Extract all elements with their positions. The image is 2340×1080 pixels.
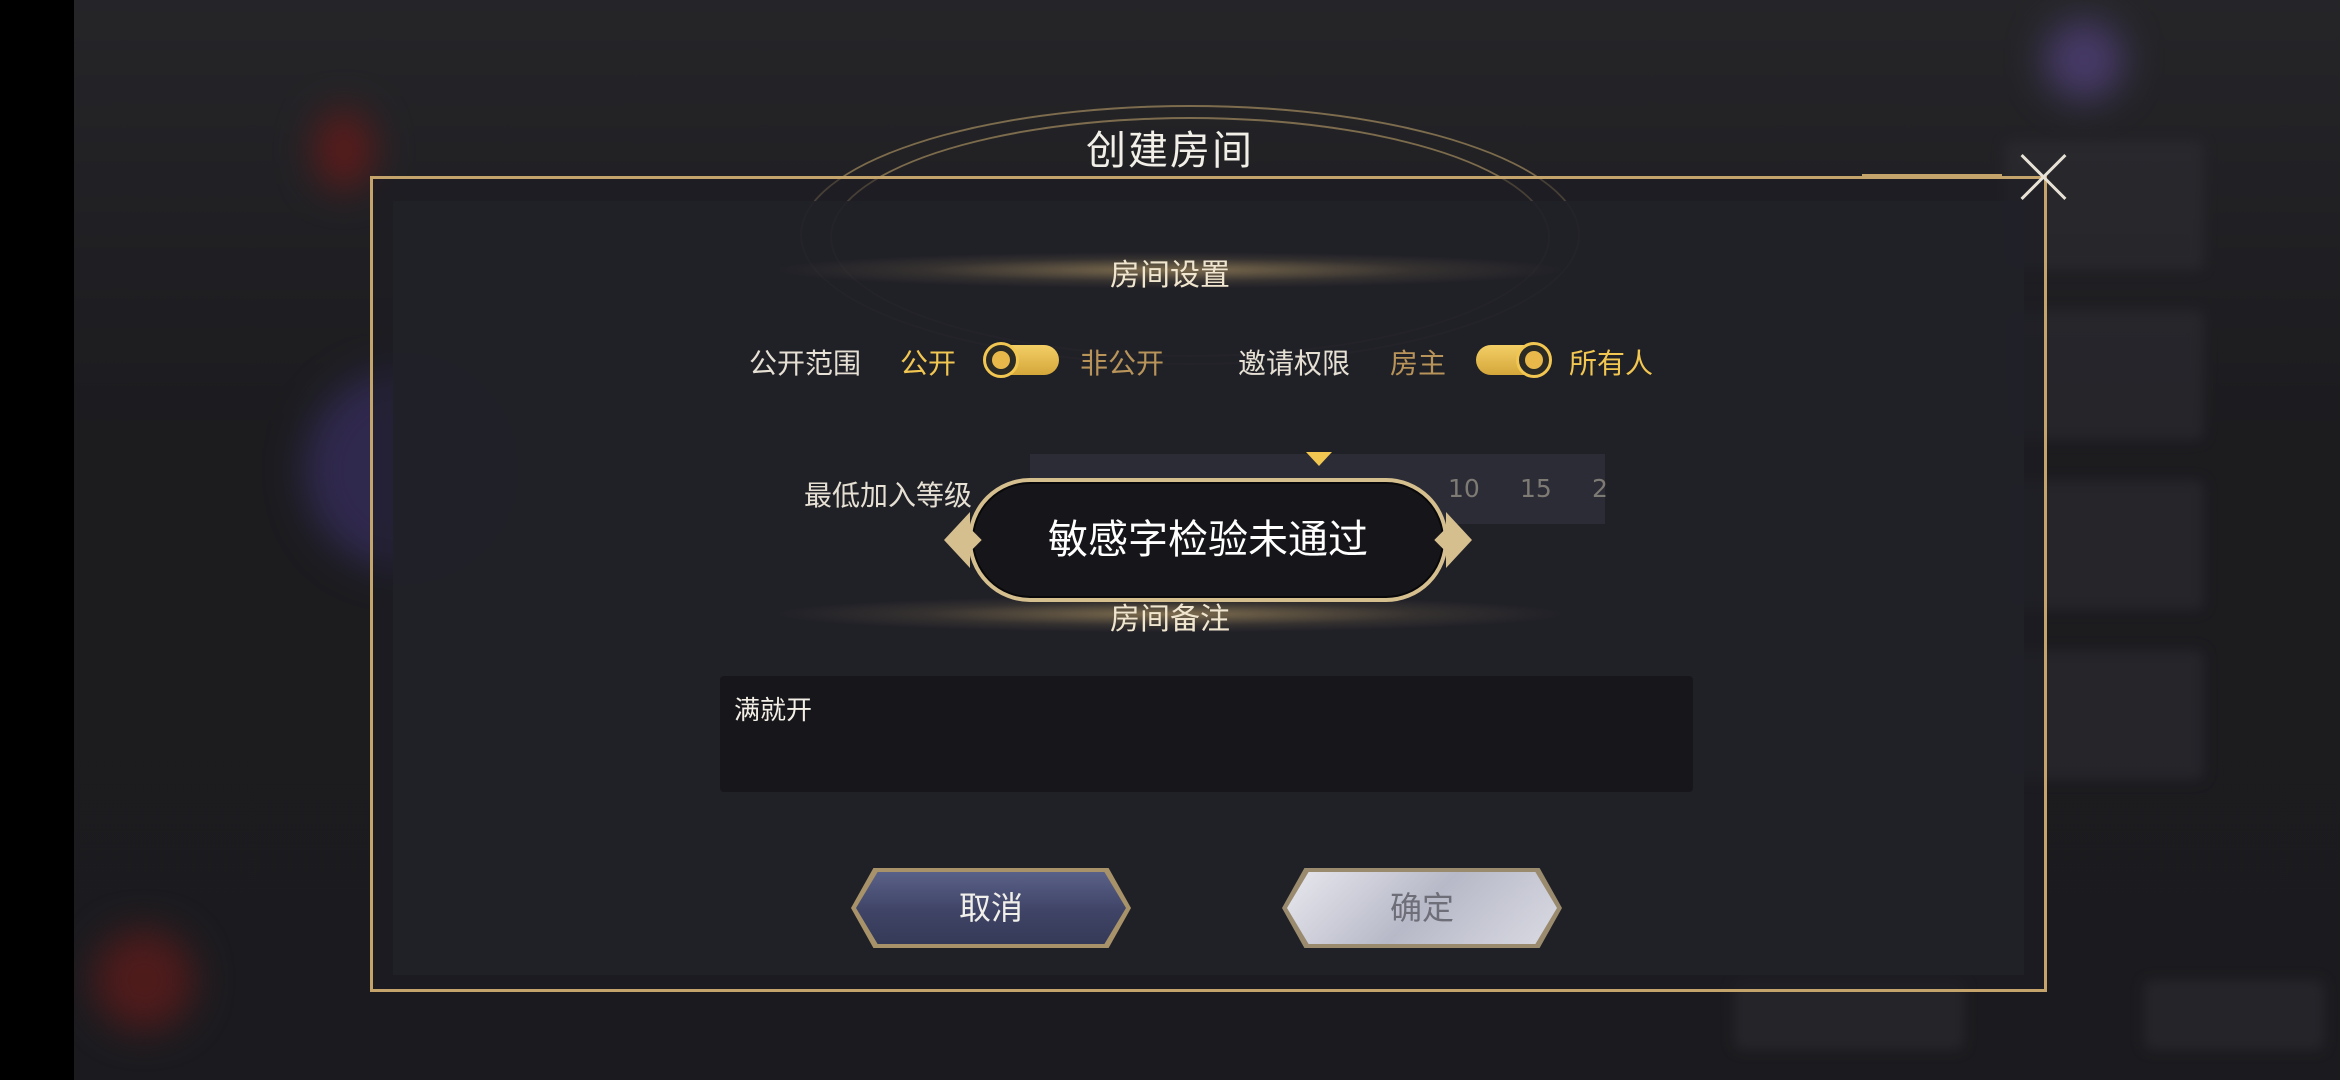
level-tick[interactable]: 15 — [1520, 474, 1552, 503]
room-settings-heading: 房间设置 — [1110, 258, 1230, 293]
room-remark-value: 满就开 — [734, 696, 813, 726]
cancel-button[interactable]: 取消 — [851, 868, 1131, 948]
visibility-label: 公开范围 — [749, 347, 862, 380]
min-level-label: 最低加入等级 — [804, 479, 973, 512]
confirm-button-label: 确定 — [1389, 889, 1454, 927]
confirm-button[interactable]: 确定 — [1282, 868, 1562, 948]
invite-permission-toggle[interactable] — [1476, 342, 1552, 378]
level-tick[interactable]: 10 — [1448, 474, 1480, 503]
visibility-option-public[interactable]: 公开 — [900, 342, 956, 382]
level-tick[interactable]: 2 — [1592, 474, 1608, 503]
invite-option-owner[interactable]: 房主 — [1390, 342, 1446, 382]
dialog-title: 创建房间 — [1086, 128, 1254, 174]
close-icon[interactable] — [2020, 152, 2070, 202]
cancel-button-label: 取消 — [958, 889, 1023, 927]
visibility-toggle[interactable] — [983, 342, 1059, 378]
slider-pointer-icon[interactable] — [1306, 452, 1332, 466]
error-toast: 敏感字检验未通过 — [968, 478, 1448, 602]
toggle-knob — [983, 342, 1019, 378]
visibility-option-private[interactable]: 非公开 — [1080, 342, 1164, 382]
invite-permission-label: 邀请权限 — [1238, 347, 1351, 380]
close-divider — [1862, 174, 2002, 177]
invite-option-everyone[interactable]: 所有人 — [1569, 342, 1653, 382]
toggle-knob — [1516, 342, 1552, 378]
room-remark-input[interactable]: 满就开 — [720, 676, 1693, 792]
toast-message: 敏感字检验未通过 — [1048, 517, 1368, 563]
